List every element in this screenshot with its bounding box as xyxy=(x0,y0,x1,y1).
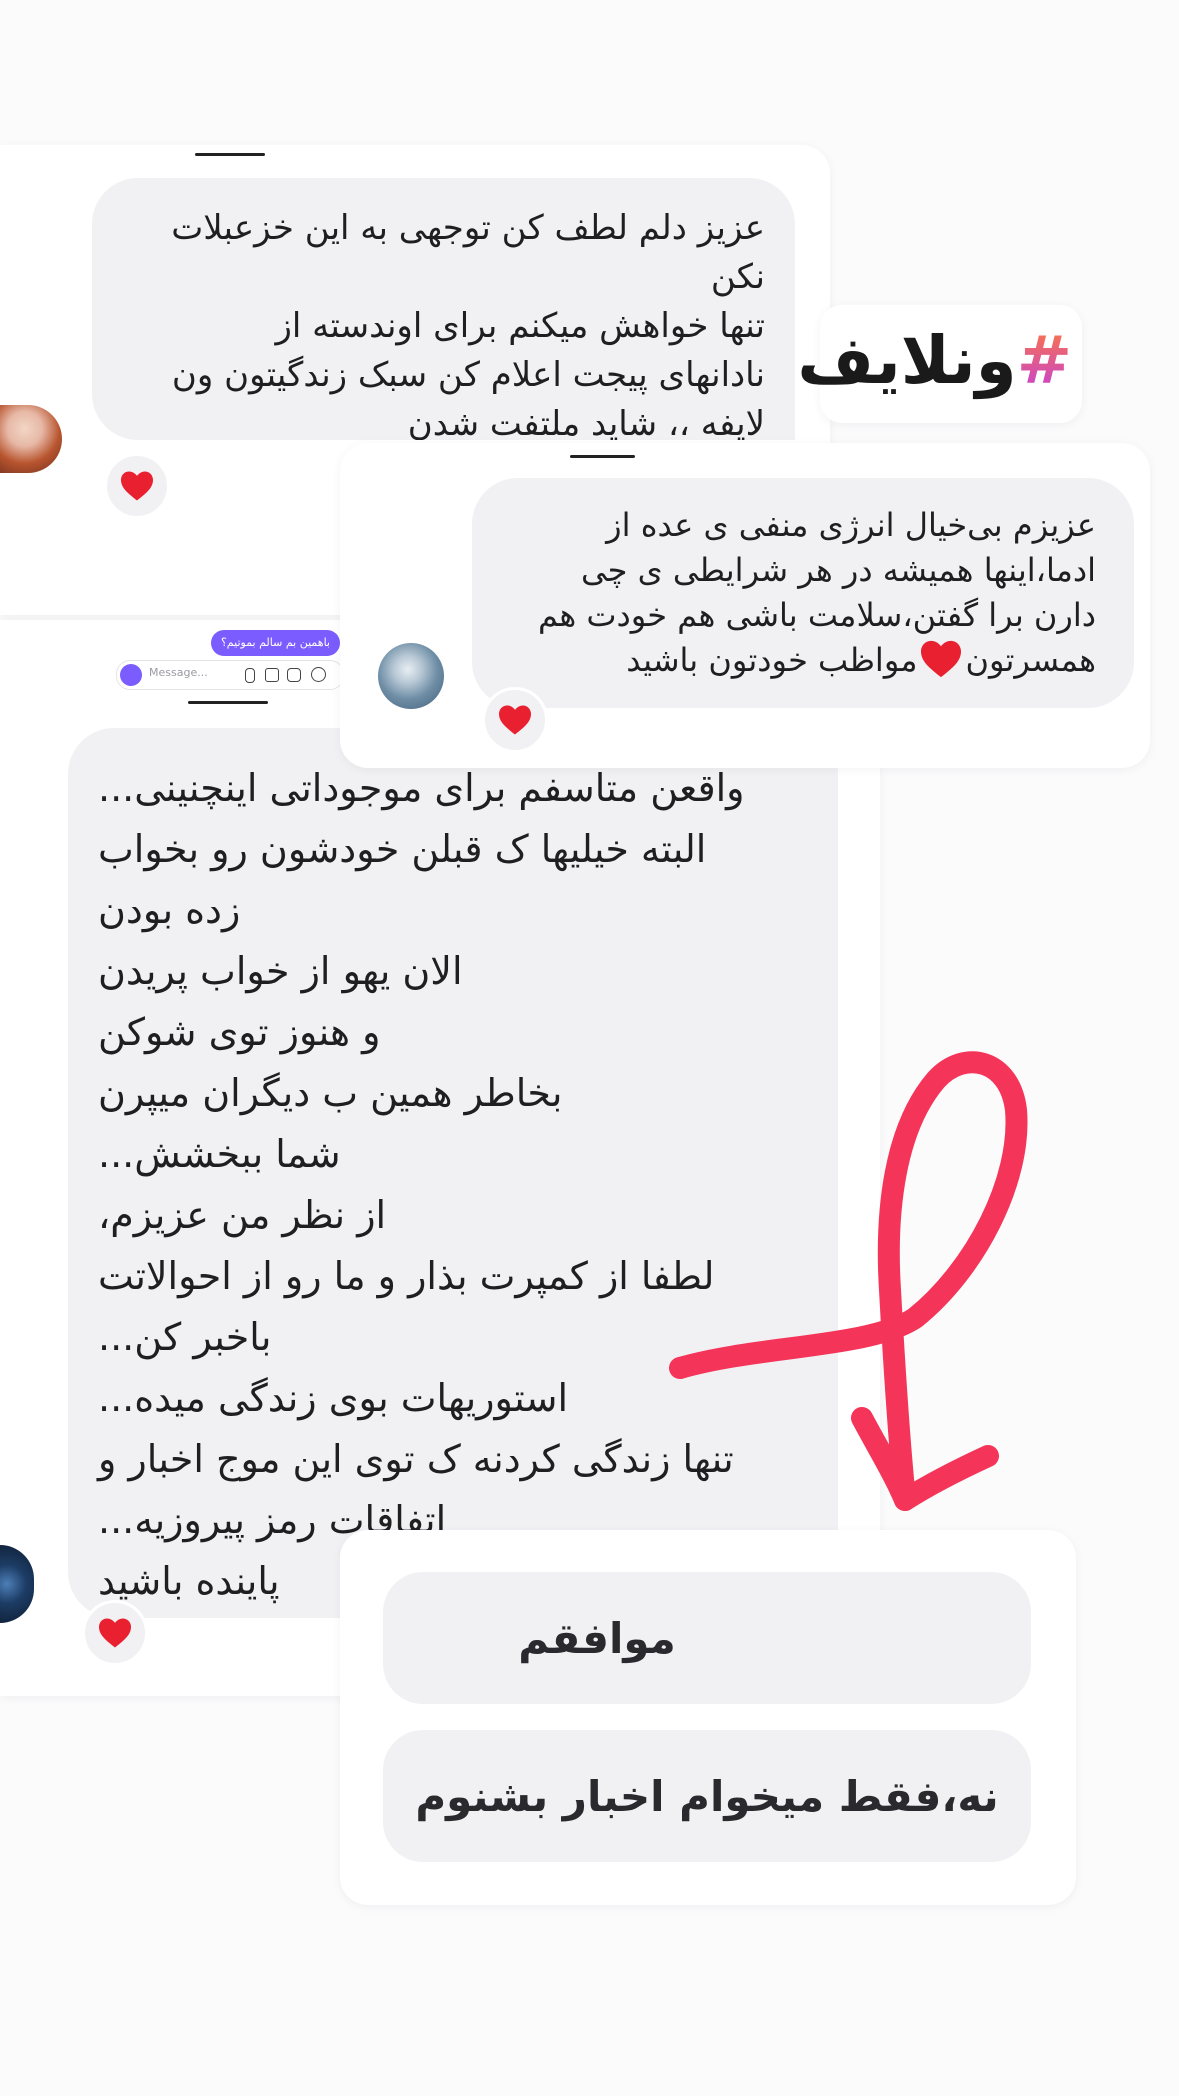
heart-reaction-3[interactable] xyxy=(82,1600,148,1666)
poll-option-label: موافقم xyxy=(518,1613,676,1663)
comment-line: البته خیلیها ک قبلن خودشون رو بخواب xyxy=(98,827,707,871)
comment-line: از نظر من عزیزم، xyxy=(98,1193,387,1237)
drag-handle[interactable] xyxy=(195,153,265,156)
comment-line: استوریهات بوی زندگی میده... xyxy=(98,1376,569,1420)
sticker-icon[interactable] xyxy=(287,668,301,682)
heart-icon xyxy=(99,1618,131,1648)
commenter-avatar-2[interactable] xyxy=(378,643,444,709)
poll-option-agree[interactable]: موافقم xyxy=(383,1572,1031,1704)
comment-line: الان یهو از خواب پریدن xyxy=(98,949,463,993)
poll-option-news-only[interactable]: نه،فقط میخوام اخبار بشنوم xyxy=(383,1730,1031,1862)
comment-line: ادما،اینها همیشه در هر شرایطی ی چی xyxy=(581,551,1096,589)
heart-icon xyxy=(499,705,531,735)
comment-line: همسرتون مواظب خودتون باشید xyxy=(496,638,1096,683)
gallery-icon[interactable] xyxy=(265,668,279,682)
add-icon[interactable] xyxy=(311,667,326,682)
heart-reaction-2[interactable] xyxy=(482,687,548,753)
comment-line: تنها خواهش میکنم برای اوندسته از xyxy=(275,306,765,346)
comment-line: بخاطر همین ب دیگران میپرن xyxy=(98,1071,563,1115)
chat-preview: باهمین بم سالم بموتیم؟ Message... xyxy=(80,620,344,700)
heart-reaction-1[interactable] xyxy=(104,453,170,519)
comment-line: شما ببخشش... xyxy=(98,1132,341,1176)
comment-line: نکن xyxy=(710,257,765,297)
heart-icon xyxy=(121,471,153,501)
comment-line: لایفه ،، شاید ملتفت شدن xyxy=(407,404,765,440)
message-input[interactable]: Message... xyxy=(149,666,208,679)
comment-bubble-1: عزیز دلم لطف کن توجهی به این خزعبلات نکن… xyxy=(92,178,795,440)
comment-line: باخبر کن... xyxy=(98,1315,272,1359)
chat-preview-bubble-text: باهمین بم سالم بموتیم؟ xyxy=(220,636,330,649)
comment-line-text: همسرتون xyxy=(965,641,1096,679)
hash-symbol: # xyxy=(1016,322,1072,399)
brand-logo-text: ونلایف xyxy=(797,322,1017,399)
comment-line: زده بودن xyxy=(98,888,241,932)
comment-line: دارن برا گفتن،سلامت باشی هم خودت هم xyxy=(538,596,1096,634)
mic-icon[interactable] xyxy=(245,668,255,683)
comment-line: نادانهای پیجت اعلام کن سبک زندگیتون ون xyxy=(171,355,765,395)
poll-option-label: نه،فقط میخوام اخبار بشنوم xyxy=(415,1771,999,1821)
comment-line: عزیز دلم لطف کن توجهی به این خزعبلات xyxy=(171,208,765,248)
comment-line-text: مواظب خودتون باشید xyxy=(626,641,918,679)
comment-line: تنها زندگی کردنه ک توی این موج اخبار و xyxy=(98,1437,734,1481)
comment-line: لطفا از کمپرت بذار و ما رو از احوالاتت xyxy=(98,1254,715,1298)
heart-emoji-icon xyxy=(921,640,962,678)
chat-preview-bubble: باهمین بم سالم بموتیم؟ xyxy=(210,630,340,656)
brand-logo: #ونلایف xyxy=(797,322,1072,412)
message-composer[interactable]: Message... xyxy=(116,660,344,690)
comment-line: عزیزم بی‌خیال انرژی منفی ی عده از xyxy=(606,506,1096,544)
camera-icon[interactable] xyxy=(120,664,142,686)
comment-bubble-2: عزیزم بی‌خیال انرژی منفی ی عده از ادما،ا… xyxy=(472,478,1134,708)
comment-line: و هنوز توی شوکن xyxy=(98,1010,381,1054)
drag-handle[interactable] xyxy=(188,701,268,704)
comment-bubble-3: واقعن متاسفم برای موجوداتی اینچنینی... ا… xyxy=(68,728,838,1618)
drag-handle[interactable] xyxy=(570,455,635,458)
